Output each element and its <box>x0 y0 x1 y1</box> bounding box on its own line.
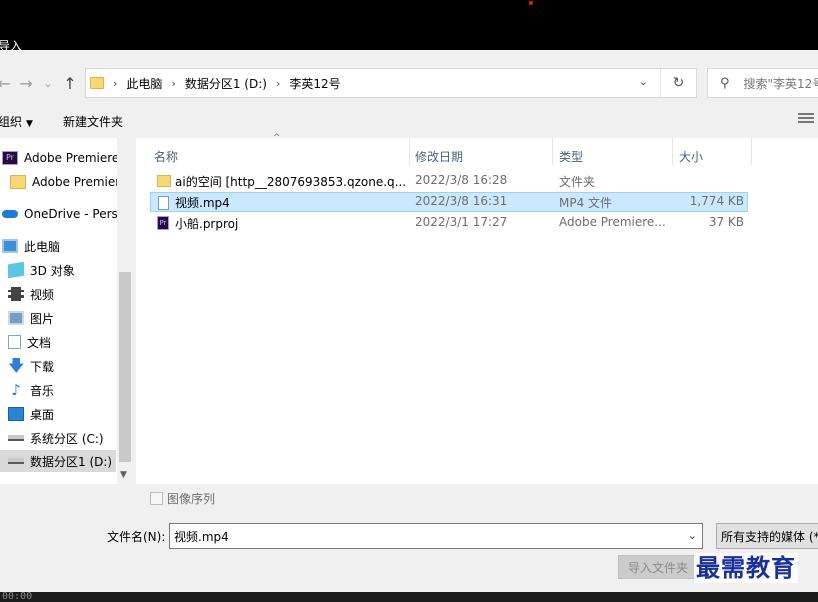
file-size: 37 KB <box>708 215 744 229</box>
timecode: 00:00 <box>2 591 33 602</box>
drive-icon <box>8 458 24 464</box>
scroll-down-icon[interactable]: ▼ <box>120 470 127 480</box>
file-date: 2022/3/1 17:27 <box>415 215 508 229</box>
column-divider[interactable] <box>751 138 752 165</box>
caret-down-icon: ▼ <box>26 119 33 129</box>
video-icon <box>8 287 24 301</box>
file-type: 文件夹 <box>559 175 596 189</box>
documents-icon <box>8 335 21 349</box>
timeline-bar: 00:00 <box>0 591 818 602</box>
search-placeholder: 搜索"李英12号" <box>743 76 818 91</box>
chevron-right-icon: › <box>113 76 118 90</box>
nav-item-drive-d[interactable]: 数据分区1 (D:) <box>0 450 116 472</box>
recording-indicator <box>529 1 533 5</box>
filename-value: 视频.mp4 <box>174 529 229 544</box>
nav-item-music[interactable]: ♪ 音乐 <box>8 379 54 401</box>
nav-item-drive-c[interactable]: 系统分区 (C:) <box>8 427 104 449</box>
chevron-right-icon: › <box>275 76 281 90</box>
forward-arrow-icon[interactable]: → <box>16 73 36 93</box>
top-dark-bar: 导入 <box>0 0 818 50</box>
column-header-name[interactable]: 名称 <box>154 145 178 167</box>
file-type: Adobe Premiere... <box>559 215 666 229</box>
file-date: 2022/3/8 16:28 <box>415 173 508 187</box>
import-folder-button[interactable]: 导入文件夹 <box>618 555 698 579</box>
file-row-selected[interactable]: 视频.mp4 2022/3/8 16:31 MP4 文件 1,774 KB <box>150 192 748 212</box>
folder-icon <box>157 175 171 187</box>
folder-icon <box>10 175 26 189</box>
filename-input[interactable]: 视频.mp4 ⌄ <box>169 523 703 549</box>
image-sequence-option[interactable]: 图像序列 <box>150 490 215 507</box>
file-row[interactable]: ai的空间 [http__2807693853.qzone.q... 2022/… <box>150 171 748 191</box>
nav-item-this-pc[interactable]: 此电脑 <box>2 235 60 257</box>
nav-item-premiere-2[interactable]: Adobe Premiere <box>10 171 127 193</box>
column-divider[interactable] <box>552 138 553 165</box>
download-icon: 🡇 <box>8 356 25 375</box>
nav-item-3d-objects[interactable]: 3D 对象 <box>8 259 75 281</box>
sort-ascending-icon: ^ <box>273 133 281 143</box>
search-icon: ⚲ <box>720 75 730 91</box>
nav-item-onedrive[interactable]: OneDrive - Perso <box>2 203 125 225</box>
file-size: 1,774 KB <box>689 194 744 208</box>
nav-item-desktop[interactable]: 桌面 <box>8 403 54 425</box>
chevron-down-icon[interactable]: ⌄ <box>688 529 697 542</box>
premiere-project-icon: Pr <box>157 216 169 230</box>
file-name: ai的空间 [http__2807693853.qzone.q... <box>175 175 407 189</box>
address-bar[interactable]: › 此电脑 › 数据分区1 (D:) › 李英12号 ⌄ ↻ <box>85 68 697 98</box>
column-divider[interactable] <box>409 138 410 165</box>
column-divider[interactable] <box>672 138 673 165</box>
image-sequence-checkbox[interactable] <box>150 492 163 505</box>
nav-item-videos[interactable]: 视频 <box>8 283 54 305</box>
back-arrow-icon[interactable]: ← <box>0 73 14 93</box>
chevron-right-icon: › <box>171 76 176 90</box>
up-arrow-icon[interactable]: ↑ <box>60 73 80 93</box>
new-folder-button[interactable]: 新建文件夹 <box>63 113 123 130</box>
nav-item-premiere-1[interactable]: Pr Adobe Premiere <box>2 147 119 169</box>
3d-objects-icon <box>8 261 24 279</box>
file-date: 2022/3/8 16:31 <box>415 194 508 208</box>
filename-label: 文件名(N): <box>107 530 166 544</box>
pictures-icon <box>8 311 24 325</box>
column-header-size[interactable]: 大小 <box>679 145 703 167</box>
breadcrumb-this-pc[interactable]: 此电脑 <box>126 75 162 92</box>
desktop-icon <box>8 407 24 421</box>
organize-button[interactable]: 组织 ▼ <box>0 113 33 130</box>
premiere-icon: Pr <box>2 151 18 165</box>
file-type-filter[interactable]: 所有支持的媒体 (* <box>716 523 818 549</box>
view-options-icon[interactable] <box>798 113 814 127</box>
nav-scrollbar-thumb[interactable] <box>119 272 131 462</box>
file-row[interactable]: Pr 小船.prproj 2022/3/1 17:27 Adobe Premie… <box>150 213 748 233</box>
file-type: MP4 文件 <box>559 196 613 210</box>
breadcrumb-folder[interactable]: 李英12号 <box>289 75 340 92</box>
window-title: 导入 <box>0 40 23 50</box>
nav-item-pictures[interactable]: 图片 <box>8 307 54 329</box>
search-box[interactable]: ⚲ 搜索"李英12号" <box>707 68 818 98</box>
refresh-icon[interactable]: ↻ <box>660 69 696 97</box>
drive-icon <box>8 435 24 441</box>
file-name: 小船.prproj <box>175 217 239 231</box>
column-header-type[interactable]: 类型 <box>559 145 583 167</box>
nav-item-documents[interactable]: 文档 <box>8 331 51 353</box>
file-name: 视频.mp4 <box>175 196 230 210</box>
computer-icon <box>2 239 18 253</box>
watermark-logo: 最需教育 <box>694 553 798 583</box>
nav-item-downloads[interactable]: 🡇 下载 <box>8 355 54 377</box>
onedrive-icon <box>2 210 18 218</box>
address-dropdown-icon[interactable]: ⌄ <box>639 75 648 88</box>
mp4-file-icon <box>158 196 169 210</box>
music-icon: ♪ <box>11 381 21 399</box>
breadcrumb-drive-d[interactable]: 数据分区1 (D:) <box>185 75 267 92</box>
recent-dropdown-icon[interactable]: ⌄ <box>38 73 58 93</box>
navigation-pane: Pr Adobe Premiere Adobe Premiere OneDriv… <box>0 138 133 484</box>
folder-icon <box>90 77 104 89</box>
column-header-date[interactable]: 修改日期 <box>415 145 463 167</box>
